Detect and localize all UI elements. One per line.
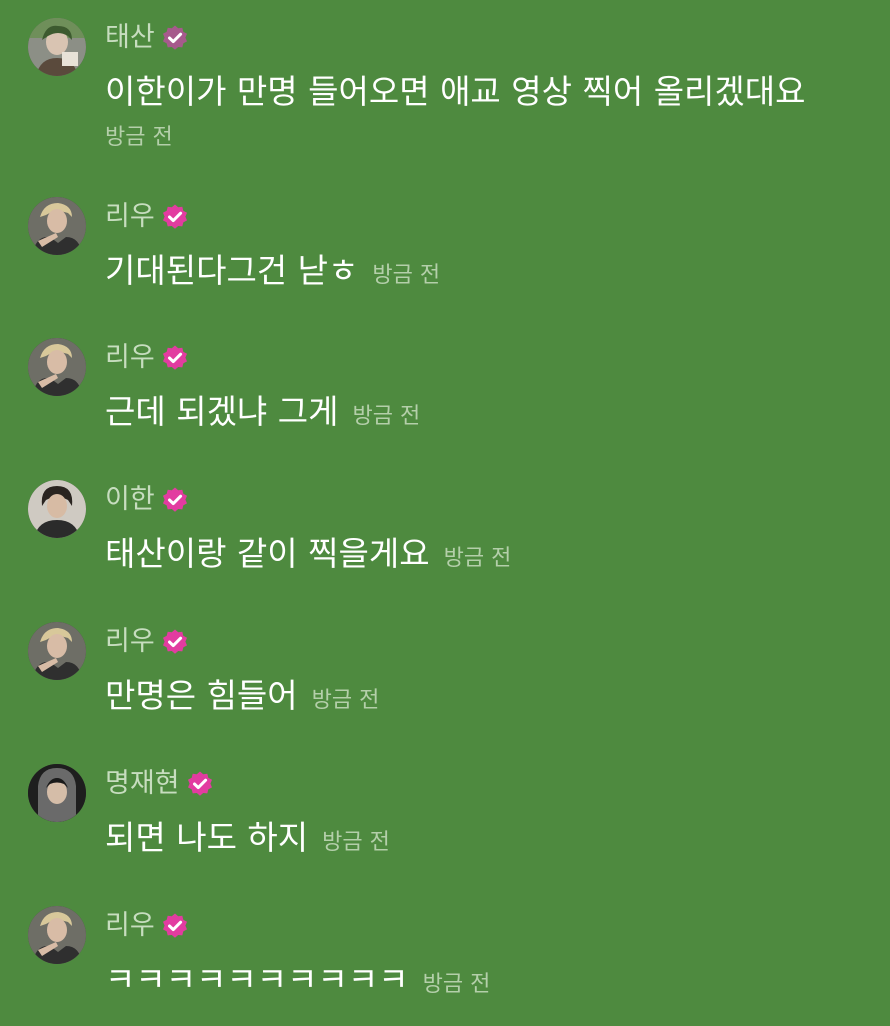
sender-name[interactable]: 리우 [105, 197, 155, 237]
avatar[interactable] [28, 764, 86, 822]
verified-badge-icon [162, 25, 187, 50]
message-text[interactable]: 근데 되겠냐 그게 [105, 388, 339, 436]
timestamp: 방금 전 [105, 125, 173, 150]
message-text[interactable]: 이한이가 만명 들어오면 애교 영상 찍어 올리겠대요 [105, 68, 806, 116]
verified-badge-icon [162, 629, 187, 654]
sender-name[interactable]: 이한 [105, 480, 155, 520]
sender-name[interactable]: 리우 [105, 906, 155, 946]
chat-message: 리우 만명은 힘들어 방금 전 [0, 622, 890, 742]
avatar[interactable] [28, 197, 86, 255]
message-text[interactable]: 만명은 힘들어 [105, 672, 298, 720]
avatar[interactable] [28, 18, 86, 76]
message-text[interactable]: 되면 나도 하지 [105, 814, 308, 862]
message-text[interactable]: 기대된다그건 낟ㅎ [105, 247, 358, 295]
sender-name[interactable]: 태산 [105, 18, 155, 58]
message-text[interactable]: 태산이랑 같이 찍을게요 [105, 530, 430, 578]
avatar[interactable] [28, 480, 86, 538]
verified-badge-icon [162, 487, 187, 512]
chat-message: 리우 ㅋㅋㅋㅋㅋㅋㅋㅋㅋㅋ 방금 전 [0, 906, 890, 1026]
sender-name[interactable]: 리우 [105, 622, 155, 662]
chat-message: 리우 기대된다그건 낟ㅎ 방금 전 [0, 197, 890, 317]
avatar[interactable] [28, 338, 86, 396]
timestamp: 방금 전 [322, 830, 390, 855]
verified-badge-icon [162, 913, 187, 938]
verified-badge-icon [162, 204, 187, 229]
timestamp: 방금 전 [422, 972, 491, 997]
timestamp: 방금 전 [443, 546, 512, 571]
chat-message: 이한 태산이랑 같이 찍을게요 방금 전 [0, 480, 890, 600]
chat-message: 태산 이한이가 만명 들어오면 애교 영상 찍어 올리겠대요 방금 전 [0, 18, 890, 150]
chat-message: 리우 근데 되겠냐 그게 방금 전 [0, 338, 890, 458]
timestamp: 방금 전 [352, 404, 421, 429]
avatar[interactable] [28, 622, 86, 680]
sender-name[interactable]: 리우 [105, 338, 155, 378]
message-text[interactable]: ㅋㅋㅋㅋㅋㅋㅋㅋㅋㅋ [105, 956, 409, 1004]
sender-name[interactable]: 명재현 [105, 764, 180, 804]
chat-message-list: 태산 이한이가 만명 들어오면 애교 영상 찍어 올리겠대요 방금 전 리우 기… [0, 0, 890, 1024]
timestamp: 방금 전 [372, 263, 441, 288]
verified-badge-icon [187, 771, 212, 796]
avatar[interactable] [28, 906, 86, 964]
chat-message: 명재현 되면 나도 하지 방금 전 [0, 764, 890, 884]
timestamp: 방금 전 [311, 688, 380, 713]
verified-badge-icon [162, 345, 187, 370]
